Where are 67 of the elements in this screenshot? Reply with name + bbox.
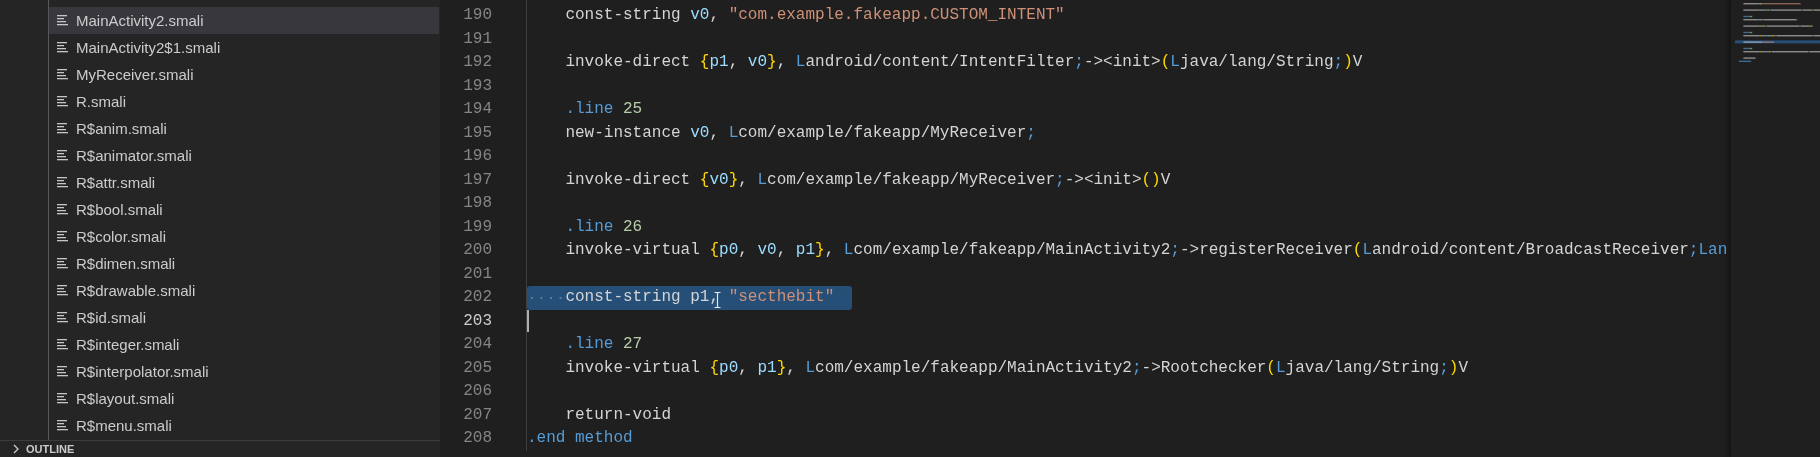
file-item[interactable]: R$interpolator.smali — [49, 358, 440, 385]
file-item[interactable]: R$menu.smali — [49, 412, 440, 439]
code-line: invoke-direct {p1, v0}, Landroid/content/IntentFilter;-><init>(Ljava/lang/String;)V — [564, 52, 1364, 73]
line-number: 206 — [462, 381, 493, 402]
code-line: .end method — [527, 428, 634, 449]
lines-icon — [57, 150, 68, 161]
lines-icon — [57, 15, 68, 26]
code-line: .line 27 — [564, 334, 644, 355]
code-line: invoke-direct {v0}, Lcom/example/fakeapp/MyReceiver;-><init>()V — [564, 169, 1172, 191]
file-item[interactable]: R$animator.smali — [49, 142, 440, 169]
line-number: 195 — [462, 122, 493, 144]
line-number: 204 — [462, 334, 493, 355]
lines-icon — [57, 420, 68, 431]
lines-icon — [57, 204, 68, 215]
file-item[interactable]: R$color.smali — [49, 223, 440, 250]
file-item[interactable]: R$integer.smali — [49, 331, 440, 358]
code-line: const-string v0, "com.example.fakeapp.CUSTOM_INTENT" — [564, 5, 1066, 26]
code-line: invoke-virtual {p0, p1}, Lcom/example/fakeapp/MainActivity2;->Rootchecker(Ljava/lang/String;)V — [564, 357, 1470, 379]
code-line: return-void — [564, 404, 672, 426]
line-number: 203 — [462, 310, 493, 332]
line-number: 205 — [462, 357, 493, 379]
lines-icon — [57, 69, 68, 80]
line-number: 207 — [462, 404, 493, 426]
lines-icon — [57, 177, 68, 188]
file-item[interactable]: R$dimen.smali — [49, 250, 440, 277]
lines-icon — [57, 42, 68, 53]
text-cursor — [527, 310, 529, 333]
line-number: 201 — [462, 263, 493, 285]
chevron-icon — [12, 444, 20, 454]
file-item[interactable]: R$layout.smali — [49, 385, 440, 412]
file-item[interactable]: R$attr.smali — [49, 169, 440, 196]
file-item[interactable]: MyReceiver.smali — [49, 61, 440, 88]
lines-icon — [57, 366, 68, 377]
file-item[interactable]: MainActivity2.smali — [49, 7, 439, 34]
line-number: 196 — [462, 146, 493, 167]
line-number: 192 — [462, 52, 493, 73]
code-line: invoke-virtual {p0, v0, p1}, Lcom/example/fakeapp/MainActivity2;->registerReceiver(Landroid/content/BroadcastReceiver;Lan — [564, 240, 1729, 261]
line-number: 191 — [462, 28, 493, 50]
code-line: .line 25 — [564, 99, 644, 120]
code-line: .line 26 — [564, 216, 644, 238]
line-number: 208 — [462, 428, 493, 449]
file-item[interactable]: R$id.smali — [49, 304, 440, 331]
lines-icon — [57, 339, 68, 350]
line-number: 194 — [462, 99, 493, 120]
lines-icon — [57, 312, 68, 323]
line-number: 198 — [462, 193, 493, 214]
line-number: 197 — [462, 169, 493, 191]
mouse-cursor-icon — [714, 292, 721, 308]
lines-icon — [57, 231, 68, 242]
line-number: 193 — [462, 75, 493, 97]
file-item[interactable]: R.smali — [49, 88, 440, 115]
lines-icon — [57, 96, 68, 107]
file-item[interactable]: R$anim.smali — [49, 115, 440, 142]
lines-icon — [57, 285, 68, 296]
lines-icon — [57, 258, 68, 269]
file-item[interactable]: R$drawable.smali — [49, 277, 440, 304]
line-number: 190 — [462, 5, 493, 26]
line-number: 199 — [462, 216, 493, 238]
line-number: 202 — [462, 287, 493, 308]
lines-icon — [57, 393, 68, 404]
line-number: 200 — [462, 240, 493, 261]
code-line: new-instance v0, Lcom/example/fakeapp/MyReceiver; — [564, 122, 1037, 144]
outline-header[interactable]: OUTLINE — [0, 440, 440, 457]
file-item[interactable]: R$bool.smali — [49, 196, 440, 223]
file-item[interactable]: MainActivity2$1.smali — [49, 34, 440, 61]
lines-icon — [57, 123, 68, 134]
minimap-drawing[interactable] — [1731, 0, 1820, 457]
